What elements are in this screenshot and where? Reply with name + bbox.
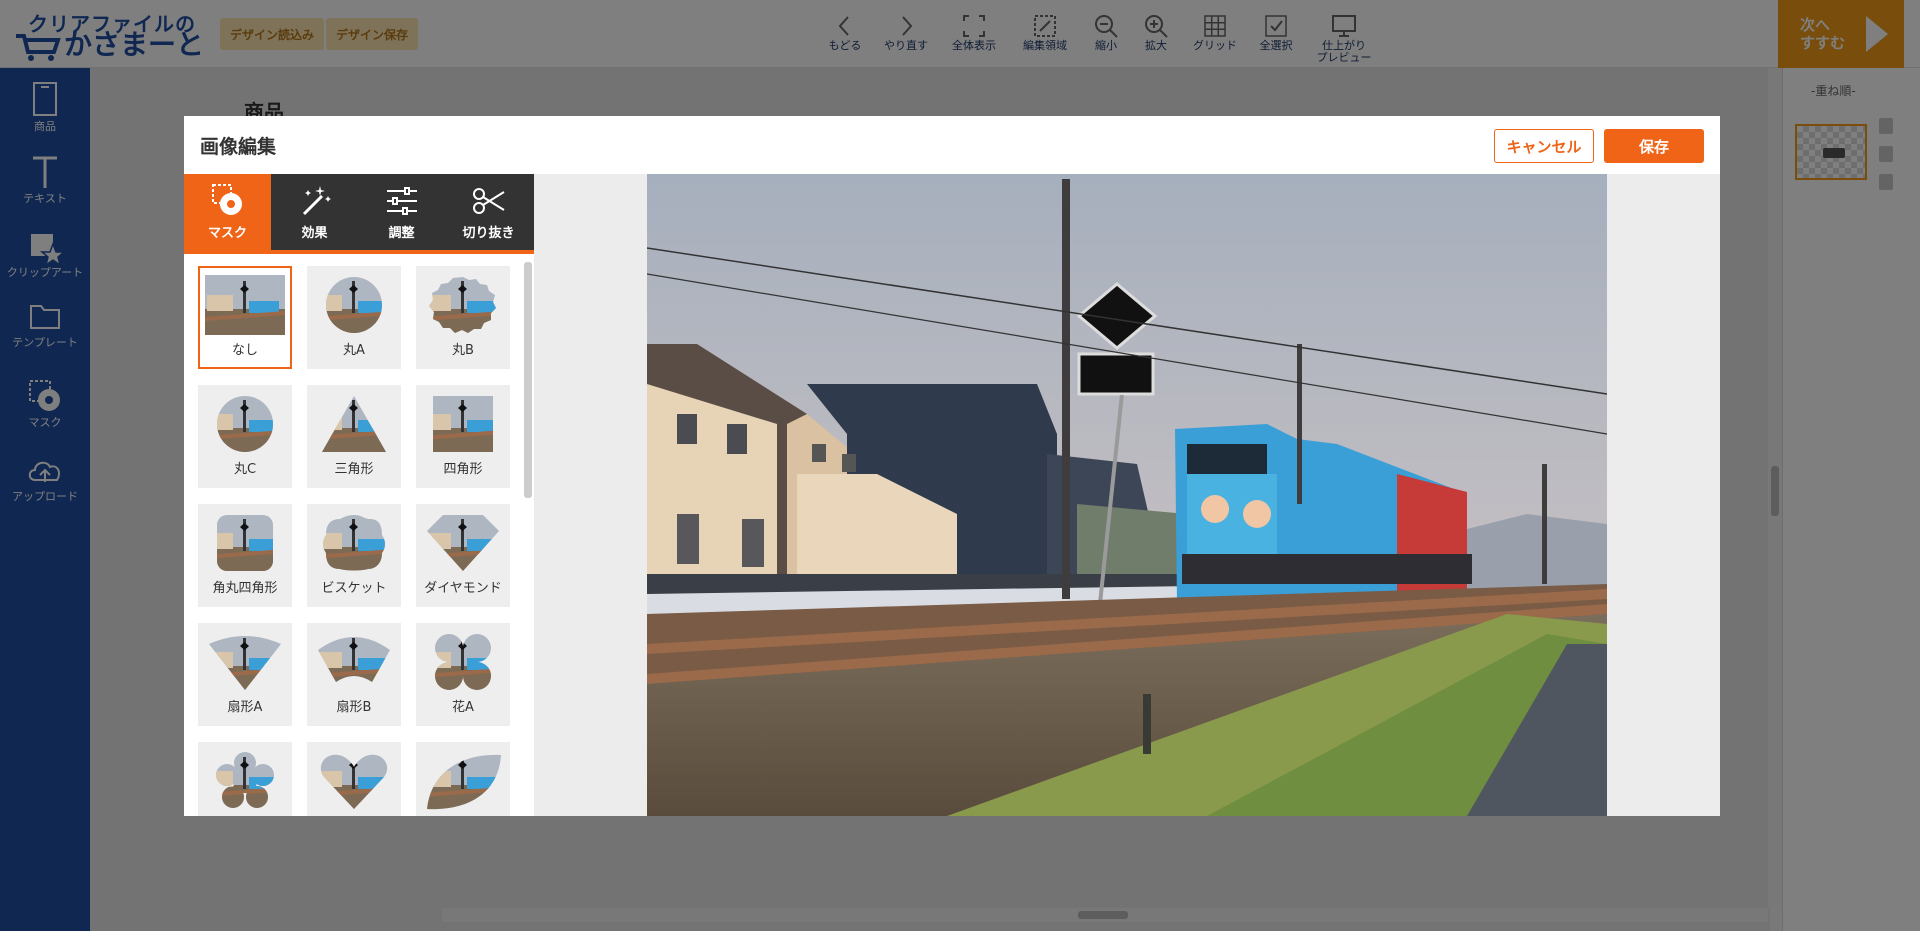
mask-preview-diamond — [427, 515, 499, 571]
mask-option-label: 花A — [452, 700, 474, 715]
mask-preview-heart — [320, 754, 388, 810]
mask-option-label: 扇形A — [227, 700, 263, 715]
mask-option-flower-a[interactable]: 花A — [416, 623, 510, 726]
mask-option-flower-b[interactable] — [198, 742, 292, 816]
image-edit-dialog: 画像編集 キャンセル 保存 マスク 効果 調整 切り抜き なし 丸A 丸B 丸C 三角形… — [184, 116, 1720, 816]
mask-preview-fan-a — [209, 636, 281, 690]
mask-option-label: 丸B — [452, 343, 474, 358]
mask-preview-flower-b — [216, 752, 274, 808]
mask-option-circle-small[interactable]: 丸C — [198, 385, 292, 488]
mask-preview-triangle — [322, 396, 386, 452]
tab-effect[interactable]: 効果 — [271, 174, 358, 250]
mask-option-label: ダイヤモンド — [424, 581, 502, 596]
mask-option-leaf[interactable] — [416, 742, 510, 816]
mask-list: なし 丸A 丸B 丸C 三角形 四角形角丸四角形 ビスケット ダイヤモンド扇形A 扇形B 花A — [184, 258, 534, 816]
mask-preview-circle — [326, 277, 382, 333]
dialog-title: 画像編集 — [200, 136, 277, 158]
save-button[interactable]: 保存 — [1604, 129, 1704, 163]
mask-preview-rounded-square — [217, 515, 273, 571]
image-preview-area — [534, 174, 1720, 816]
mask-option-biscuit[interactable]: ビスケット — [307, 504, 401, 607]
train-photo[interactable] — [647, 174, 1607, 816]
mask-option-label: 丸A — [343, 343, 365, 358]
edit-tabs: マスク 効果 調整 切り抜き — [184, 174, 534, 254]
tab-label: マスク — [207, 226, 247, 241]
mask-option-label: ビスケット — [321, 581, 387, 596]
mask-option-label: なし — [231, 343, 258, 358]
mask-option-rounded-square[interactable]: 角丸四角形 — [198, 504, 292, 607]
mask-option-diamond[interactable]: ダイヤモンド — [416, 504, 510, 607]
mask-preview-square — [433, 396, 493, 452]
mask-option-rough-circle[interactable]: 丸B — [416, 266, 510, 369]
mask-option-circle[interactable]: 丸A — [307, 266, 401, 369]
mask-preview-fan-b — [318, 637, 390, 682]
mask-preview-rough-circle — [429, 277, 496, 333]
mask-preview-flower-a — [435, 634, 491, 690]
mask-option-label: 角丸四角形 — [212, 581, 278, 596]
mask-option-heart[interactable] — [307, 742, 401, 816]
mask-option-label: 丸C — [233, 462, 257, 477]
mask-icon — [211, 184, 242, 215]
tab-crop[interactable]: 切り抜き — [445, 174, 532, 250]
scissors-icon — [472, 188, 505, 214]
tab-label: 効果 — [301, 226, 328, 241]
mask-option-square[interactable]: 四角形 — [416, 385, 510, 488]
tab-mask[interactable]: マスク — [184, 174, 271, 250]
mask-list-scrollbar-thumb[interactable] — [524, 262, 532, 498]
cancel-button[interactable]: キャンセル — [1494, 129, 1594, 163]
mask-option-label: 三角形 — [334, 462, 374, 477]
magic-wand-icon — [302, 186, 331, 216]
mask-option-fan-b[interactable]: 扇形B — [307, 623, 401, 726]
tab-label: 調整 — [388, 226, 415, 241]
mask-option-fan-a[interactable]: 扇形A — [198, 623, 292, 726]
mask-option-triangle[interactable]: 三角形 — [307, 385, 401, 488]
mask-option-none[interactable]: なし — [198, 266, 292, 369]
mask-option-label: 扇形B — [336, 700, 372, 715]
mask-preview-circle-small — [217, 396, 273, 452]
mask-preview-none — [205, 275, 285, 335]
mask-option-label: 四角形 — [443, 462, 483, 477]
mask-preview-biscuit — [323, 515, 385, 571]
dialog-header: 画像編集 キャンセル 保存 — [184, 116, 1720, 174]
tab-adjust[interactable]: 調整 — [358, 174, 445, 250]
mask-preview-leaf — [427, 754, 501, 810]
sliders-icon — [386, 187, 417, 215]
tab-label: 切り抜き — [462, 226, 515, 241]
